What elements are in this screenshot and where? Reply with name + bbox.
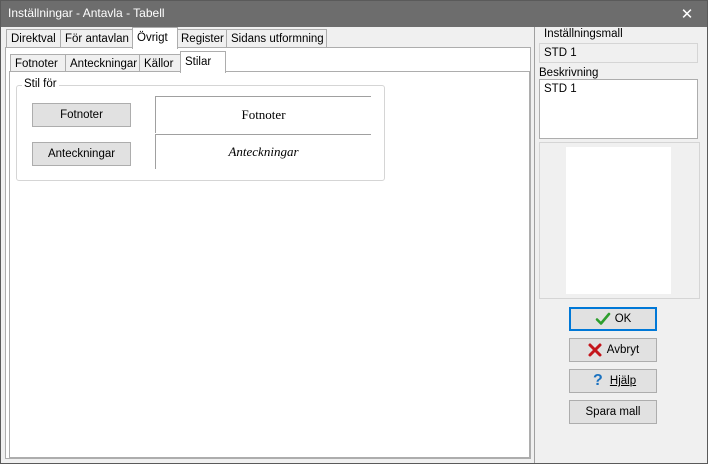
- preview-frame: [539, 142, 700, 299]
- window-title: Inställningar - Antavla - Tabell: [8, 6, 165, 20]
- button-label: OK: [614, 313, 632, 325]
- settings-dialog: Inställningar - Antavla - Tabell ✕ Direk…: [0, 0, 708, 464]
- close-icon[interactable]: ✕: [667, 1, 707, 27]
- page-preview: [566, 147, 671, 294]
- tab-label: Övrigt: [137, 32, 168, 44]
- tab-direktval[interactable]: Direktval: [6, 29, 63, 48]
- save-template-button[interactable]: Spara mall: [569, 400, 657, 424]
- tab-label: Sidans utformning: [231, 33, 324, 45]
- tab-label: För antavlan: [65, 33, 129, 45]
- preview-text: Anteckningar: [228, 144, 299, 159]
- description-field[interactable]: STD 1: [539, 79, 698, 139]
- fotnoter-style-button[interactable]: Fotnoter: [32, 103, 131, 127]
- anteckningar-style-button[interactable]: Anteckningar: [32, 142, 131, 166]
- button-label: Anteckningar: [47, 148, 116, 160]
- template-value: STD 1: [544, 47, 577, 59]
- title-bar: Inställningar - Antavla - Tabell ✕: [1, 1, 707, 27]
- description-value: STD 1: [544, 83, 577, 95]
- checkmark-icon: [595, 311, 611, 327]
- tab-for-antavlan[interactable]: För antavlan: [60, 29, 133, 48]
- tab-label: Anteckningar: [70, 58, 138, 70]
- description-label: Beskrivning: [539, 67, 599, 79]
- button-label: Avbryt: [606, 344, 640, 356]
- tab-sidans-utformning[interactable]: Sidans utformning: [226, 29, 327, 48]
- stil-for-legend: Stil för: [22, 78, 59, 90]
- template-label: Inställningsmall: [544, 28, 623, 40]
- button-label: Hjälp: [609, 375, 637, 387]
- red-x-icon: [587, 342, 603, 358]
- question-mark-icon: ?: [593, 372, 603, 389]
- divider: [534, 27, 535, 463]
- tab-label: Stilar: [185, 56, 212, 68]
- template-field[interactable]: STD 1: [539, 43, 698, 63]
- button-label: Spara mall: [585, 406, 641, 418]
- tab-label: Direktval: [11, 33, 56, 45]
- cancel-button[interactable]: Avbryt: [569, 338, 657, 362]
- help-button[interactable]: ? Hjälp: [569, 369, 657, 393]
- anteckningar-preview: Anteckningar: [155, 134, 371, 169]
- tab-label: Fotnoter: [15, 58, 58, 70]
- preview-text: Fotnoter: [241, 107, 286, 122]
- tab-ovrigt[interactable]: Övrigt: [132, 27, 178, 49]
- tab-label: Register: [181, 33, 224, 45]
- button-label: Fotnoter: [60, 109, 103, 121]
- tab-register[interactable]: Register: [176, 29, 227, 48]
- ok-button[interactable]: OK: [569, 307, 657, 331]
- subtab-stilar[interactable]: Stilar: [180, 51, 226, 73]
- fotnoter-preview: Fotnoter: [155, 96, 371, 133]
- tab-label: Källor: [144, 58, 174, 70]
